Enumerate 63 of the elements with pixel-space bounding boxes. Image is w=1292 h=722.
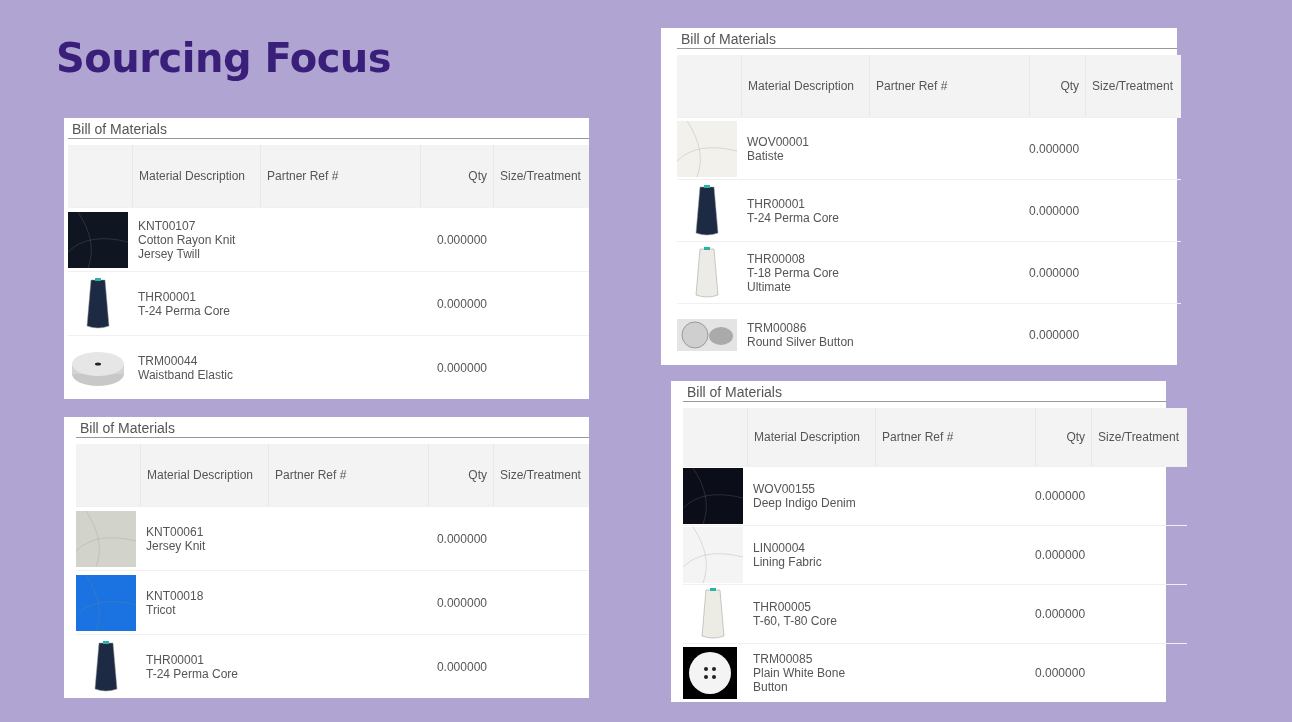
material-description: KNT00018 Tricot: [145, 588, 205, 617]
quantity-value: 0.000000: [1029, 141, 1081, 156]
column-header[interactable]: Partner Ref #: [268, 444, 428, 506]
quantity-value: 0.000000: [435, 232, 488, 247]
quantity-value: 0.000000: [1029, 327, 1081, 342]
material-row[interactable]: TRM00085 Plain White Bone Button 0.000000: [683, 643, 1188, 702]
material-description: KNT00061 Jersey Knit: [145, 524, 207, 553]
column-header[interactable]: Size/Treatment: [1091, 408, 1188, 466]
material-row[interactable]: TRM00044 Waistband Elastic 0.000000: [68, 335, 589, 399]
quantity-value: 0.000000: [1035, 607, 1087, 621]
quantity-value: 0.000000: [1035, 666, 1087, 680]
material-description: THR00001 T-24 Perma Core: [137, 289, 232, 318]
column-header[interactable]: Size/Treatment: [493, 145, 589, 207]
quantity-value: 0.000000: [1035, 548, 1087, 562]
quantity-value: 0.000000: [435, 296, 488, 311]
column-header[interactable]: Material Description: [132, 145, 260, 207]
column-header[interactable]: Qty: [1035, 408, 1092, 466]
column-header[interactable]: Qty: [428, 444, 493, 506]
material-description: TRM00085 Plain White Bone Button: [752, 652, 847, 694]
material-description: THR00001 T-24 Perma Core: [746, 196, 841, 225]
material-row[interactable]: KNT00107 Cotton Rayon Knit Jersey Twill 0.000000: [68, 207, 589, 271]
material-row[interactable]: THR00005 T-60, T-80 Core 0.000000: [683, 584, 1188, 643]
material-description: TRM00044 Waistband Elastic: [137, 353, 234, 382]
quantity-value: 0.000000: [435, 360, 488, 375]
material-row[interactable]: THR00008 T-18 Perma Core Ultimate 0.000000: [677, 241, 1182, 303]
panel-title: Bill of Materials: [76, 419, 589, 438]
column-header[interactable]: Qty: [1029, 55, 1086, 117]
material-row[interactable]: THR00001 T-24 Perma Core 0.000000: [68, 271, 589, 335]
material-description: WOV00001 Batiste: [746, 134, 811, 163]
material-row[interactable]: KNT00061 Jersey Knit 0.000000: [76, 506, 589, 570]
quantity-value: 0.000000: [435, 531, 488, 546]
material-row[interactable]: WOV00155 Deep Indigo Denim 0.000000: [683, 466, 1188, 525]
quantity-value: 0.000000: [435, 595, 488, 610]
column-header[interactable]: Partner Ref #: [869, 55, 1029, 117]
column-header[interactable]: Size/Treatment: [1085, 55, 1182, 117]
column-header[interactable]: Material Description: [140, 444, 268, 506]
panel-title: Bill of Materials: [68, 120, 589, 139]
material-description: THR00001 T-24 Perma Core: [145, 652, 240, 681]
column-header[interactable]: Size/Treatment: [493, 444, 589, 506]
panel-title: Bill of Materials: [677, 30, 1177, 49]
material-description: KNT00107 Cotton Rayon Knit Jersey Twill: [137, 218, 237, 261]
material-row[interactable]: TRM00086 Round Silver Button 0.000000: [677, 303, 1182, 365]
material-description: TRM00086 Round Silver Button: [746, 320, 855, 349]
material-row[interactable]: THR00001 T-24 Perma Core 0.000000: [76, 634, 589, 698]
material-description: LIN00004 Lining Fabric: [752, 541, 823, 569]
material-description: WOV00155 Deep Indigo Denim: [752, 482, 857, 510]
quantity-value: 0.000000: [1035, 489, 1087, 503]
panel-title: Bill of Materials: [683, 383, 1166, 402]
material-row[interactable]: KNT00018 Tricot 0.000000: [76, 570, 589, 634]
material-row[interactable]: LIN00004 Lining Fabric 0.000000: [683, 525, 1188, 584]
quantity-value: 0.000000: [435, 659, 488, 674]
column-header[interactable]: Partner Ref #: [260, 145, 420, 207]
material-description: THR00008 T-18 Perma Core Ultimate: [746, 251, 841, 294]
column-header[interactable]: Material Description: [741, 55, 869, 117]
quantity-value: 0.000000: [1029, 265, 1081, 280]
column-header[interactable]: Material Description: [747, 408, 875, 466]
material-row[interactable]: WOV00001 Batiste 0.000000: [677, 117, 1182, 179]
column-header[interactable]: Qty: [420, 145, 493, 207]
slide-title: Sourcing Focus: [56, 34, 393, 83]
quantity-value: 0.000000: [1029, 203, 1081, 218]
column-header[interactable]: Partner Ref #: [875, 408, 1035, 466]
material-row[interactable]: THR00001 T-24 Perma Core 0.000000: [677, 179, 1182, 241]
material-description: THR00005 T-60, T-80 Core: [752, 600, 838, 628]
